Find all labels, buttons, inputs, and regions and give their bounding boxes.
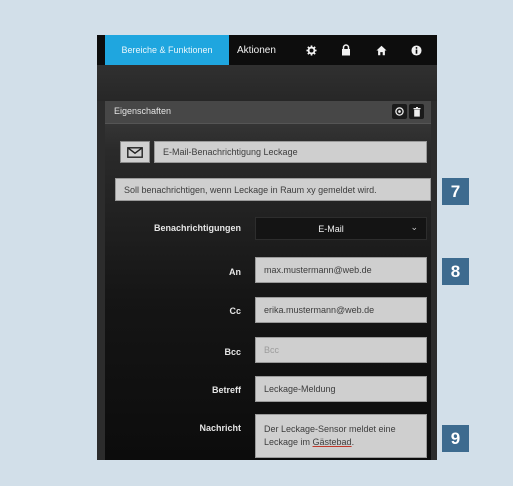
cc-label: Cc bbox=[229, 306, 241, 316]
bcc-label: Bcc bbox=[224, 347, 241, 357]
cc-field[interactable]: erika.mustermann@web.de bbox=[255, 297, 427, 323]
callout-badge-9: 9 bbox=[442, 425, 469, 452]
chevron-down-icon: ⌄ bbox=[410, 222, 418, 232]
to-label: An bbox=[229, 267, 241, 277]
panel-title: Eigenschaften bbox=[114, 106, 172, 116]
notification-name-field[interactable]: E-Mail-Benachrichtigung Leckage bbox=[154, 141, 427, 163]
gear-icon[interactable] bbox=[304, 43, 318, 57]
home-icon[interactable] bbox=[374, 43, 388, 57]
message-line: Leckage im Gästebad. bbox=[264, 436, 418, 449]
toolbar-area bbox=[97, 65, 437, 101]
properties-panel: Eigenschaften E-Mail-Benachrichtigung Le… bbox=[105, 101, 431, 460]
tab-areas-functions[interactable]: Bereiche & Funktionen bbox=[105, 35, 229, 65]
subject-label: Betreff bbox=[211, 385, 241, 395]
message-text: . bbox=[351, 437, 355, 447]
notifications-select[interactable]: E-Mail ⌄ bbox=[255, 217, 427, 240]
settings-icon[interactable] bbox=[392, 104, 407, 119]
subject-field[interactable]: Leckage-Meldung bbox=[255, 376, 427, 402]
mail-icon bbox=[120, 141, 150, 163]
info-icon[interactable] bbox=[409, 43, 423, 57]
to-field[interactable]: max.mustermann@web.de bbox=[255, 257, 427, 283]
tab-actions[interactable]: Aktionen bbox=[237, 35, 276, 65]
panel-header: Eigenschaften bbox=[105, 101, 431, 124]
callout-badge-7: 7 bbox=[442, 178, 469, 205]
bcc-field[interactable]: Bcc bbox=[255, 337, 427, 363]
screenshot-frame: Bereiche & Funktionen Aktionen Eigenscha… bbox=[0, 0, 513, 486]
message-label: Nachricht bbox=[199, 423, 241, 433]
notifications-label: Benachrichtigungen bbox=[153, 223, 241, 233]
app-window: Bereiche & Funktionen Aktionen Eigenscha… bbox=[97, 35, 437, 460]
spellcheck-word: Gästebad bbox=[312, 437, 352, 447]
lock-icon[interactable] bbox=[339, 43, 353, 57]
message-field[interactable]: Der Leckage-Sensor meldet eine Leckage i… bbox=[255, 414, 427, 458]
description-field[interactable]: Soll benachrichtigen, wenn Leckage in Ra… bbox=[115, 178, 431, 201]
trash-icon[interactable] bbox=[409, 104, 424, 119]
notifications-select-value: E-Mail bbox=[318, 224, 344, 234]
message-text: Leckage im bbox=[264, 437, 313, 447]
top-navigation: Bereiche & Funktionen Aktionen bbox=[97, 35, 437, 65]
callout-badge-8: 8 bbox=[442, 258, 469, 285]
message-line: Der Leckage-Sensor meldet eine bbox=[264, 424, 396, 434]
